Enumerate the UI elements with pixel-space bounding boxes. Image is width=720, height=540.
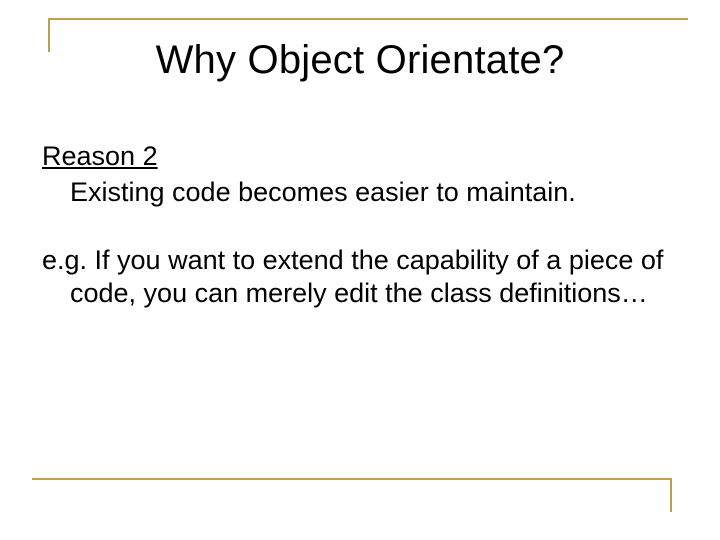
reason-text: Existing code becomes easier to maintain… [42, 176, 678, 210]
example-text: e.g. If you want to extend the capabilit… [42, 244, 678, 312]
bottom-rule-tick [670, 478, 672, 512]
bottom-rule [32, 478, 672, 480]
slide-body: Reason 2 Existing code becomes easier to… [42, 140, 678, 345]
slide: Why Object Orientate? Reason 2 Existing … [0, 0, 720, 540]
top-rule [48, 18, 688, 20]
slide-title: Why Object Orientate? [0, 38, 720, 83]
reason-heading: Reason 2 [42, 140, 678, 174]
